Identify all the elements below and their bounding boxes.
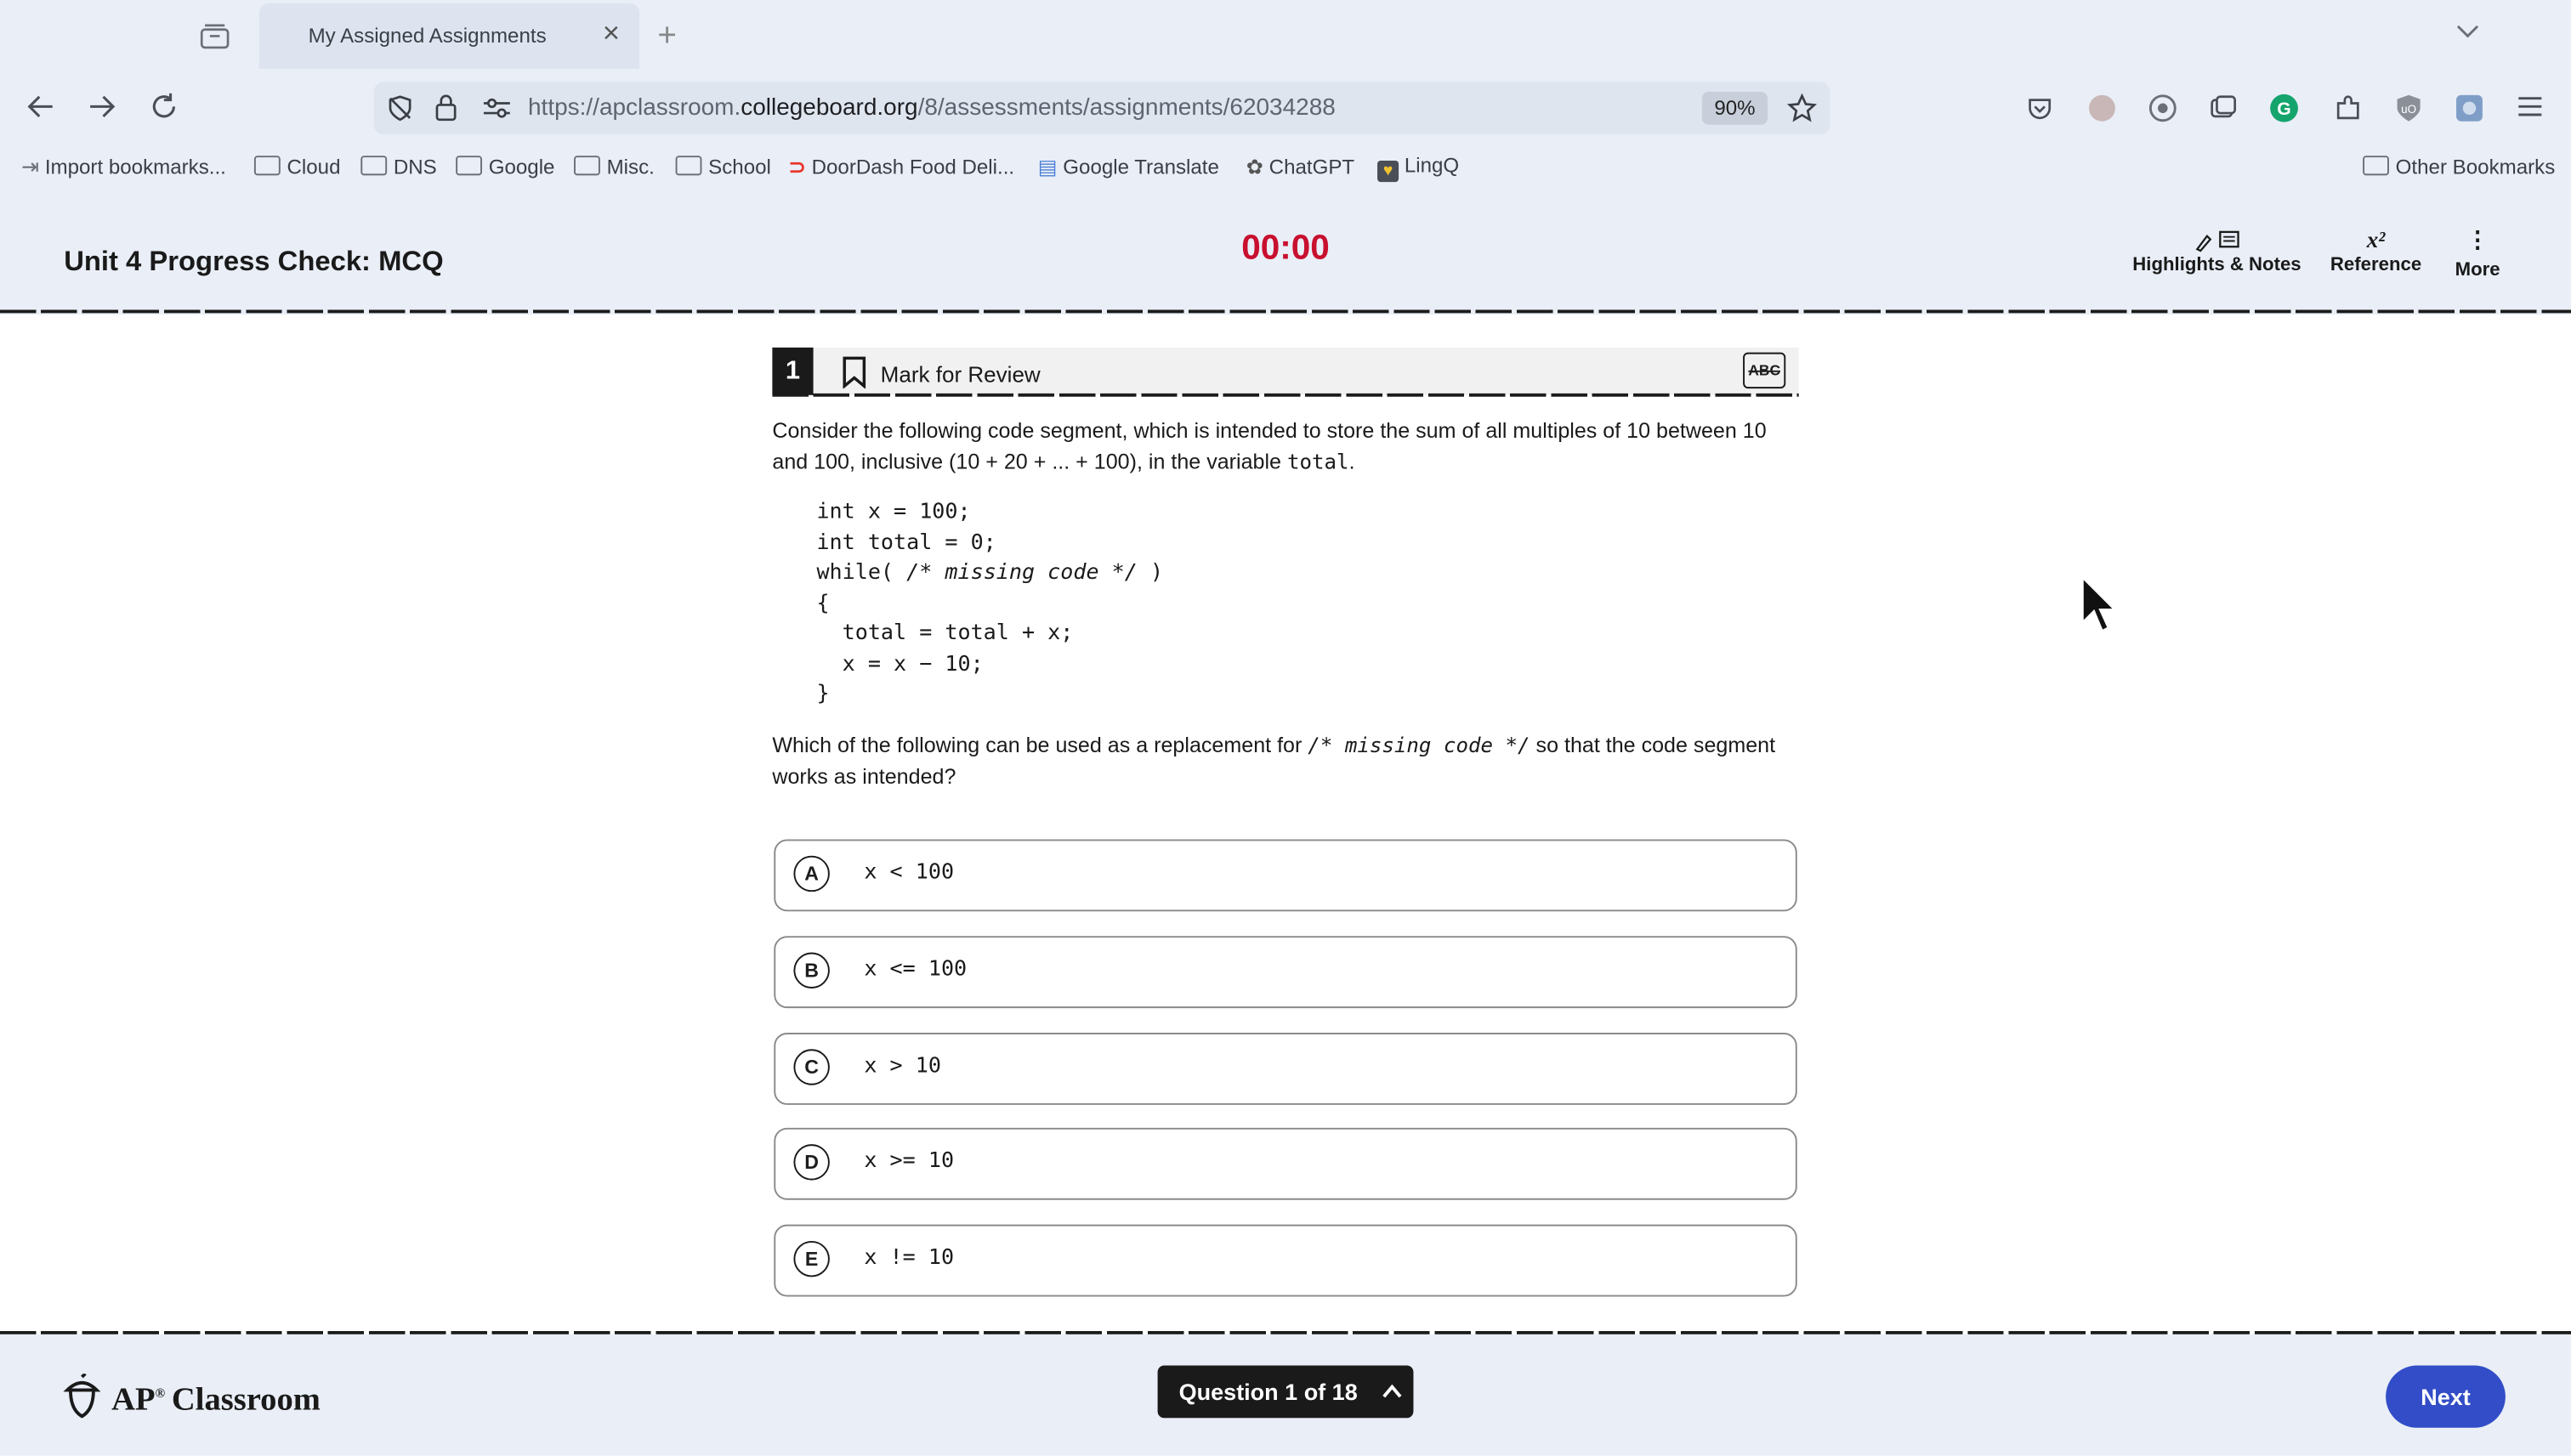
url-bar[interactable]: https://apclassroom.collegeboard.org/8/a…: [373, 82, 1830, 135]
reference-button[interactable]: x² Reference: [2329, 229, 2424, 275]
assessment-header: Unit 4 Progress Check: MCQ 00:00 Highlig…: [0, 196, 2571, 315]
choice-text: x < 100: [864, 860, 955, 886]
page-title: Unit 4 Progress Check: MCQ: [64, 246, 444, 277]
tab-close-icon[interactable]: ×: [603, 16, 620, 51]
answer-choice-e[interactable]: E x != 10: [774, 1224, 1797, 1297]
grammarly-icon[interactable]: G: [2269, 93, 2299, 129]
bookmark-folder-dns[interactable]: DNS: [360, 154, 437, 178]
tracking-shield-icon[interactable]: [387, 95, 413, 128]
chatgpt-icon: ✿: [1246, 156, 1263, 179]
folder-icon: [253, 156, 281, 176]
tab-title: My Assigned Assignments: [308, 24, 547, 48]
more-vertical-icon: ⋮: [2466, 226, 2489, 253]
ublock-shield-icon[interactable]: uO: [2394, 93, 2424, 129]
question-number: 1: [772, 347, 814, 395]
header-divider: [0, 309, 2571, 314]
timer: 00:00: [1241, 229, 1330, 268]
tab-active[interactable]: My Assigned Assignments ×: [258, 3, 640, 70]
bookmark-google-translate[interactable]: ▤ Google Translate: [1038, 154, 1219, 178]
assessment-footer: AP® Classroom Question 1 of 18 Next: [0, 1334, 2571, 1456]
zoom-badge[interactable]: 90%: [1701, 92, 1768, 125]
extension-gear-icon[interactable]: [2455, 93, 2484, 129]
tab-list-chevron-icon[interactable]: [2455, 20, 2481, 46]
highlighter-notes-icon: [2131, 229, 2302, 256]
choice-text: x > 10: [864, 1054, 941, 1079]
import-icon: ⇥: [21, 154, 40, 179]
answer-choice-a[interactable]: A x < 100: [774, 839, 1797, 912]
choice-letter: A: [793, 855, 830, 892]
choice-text: x <= 100: [864, 957, 968, 983]
question-stem: Which of the following can be used as a …: [772, 733, 1776, 788]
forward-icon[interactable]: [87, 93, 116, 127]
question-prompt: Consider the following code segment, whi…: [772, 417, 1767, 473]
folder-icon: [574, 156, 600, 176]
new-tab-icon[interactable]: +: [657, 20, 677, 53]
bookmark-folder-misc[interactable]: Misc.: [574, 154, 655, 178]
question-navigator-label: Question 1 of 18: [1178, 1378, 1358, 1405]
reload-icon[interactable]: [150, 92, 179, 127]
site-permissions-icon[interactable]: [482, 97, 512, 127]
choice-text: x != 10: [864, 1245, 955, 1271]
extensions-puzzle-icon[interactable]: [2333, 93, 2363, 129]
choice-letter: D: [793, 1144, 830, 1181]
folder-icon: [456, 156, 483, 176]
bookmark-icon: [843, 356, 866, 389]
choice-letter: C: [793, 1049, 830, 1085]
formula-icon: x²: [2366, 229, 2386, 254]
bookmark-folder-school[interactable]: School: [675, 154, 771, 178]
highlights-notes-label: Highlights & Notes: [2132, 255, 2301, 276]
lingq-icon: ♥: [1377, 161, 1399, 183]
bookmark-doordash[interactable]: ⊃ DoorDash Food Deli...: [789, 154, 1014, 178]
bookmark-star-icon[interactable]: [1786, 93, 1818, 129]
abc-strike-icon: ABC: [1748, 362, 1780, 379]
code-block: int x = 100; int total = 0; while( /* mi…: [816, 500, 1164, 707]
answer-eliminator-button[interactable]: ABC: [1743, 352, 1786, 389]
bookmark-import[interactable]: ⇥ Import bookmarks...: [21, 154, 226, 180]
mouse-cursor-icon: [2080, 574, 2119, 633]
url-text[interactable]: https://apclassroom.collegeboard.org/8/a…: [528, 95, 1336, 122]
question-toolbar-divider: [772, 393, 1799, 397]
question-navigator-button[interactable]: Question 1 of 18: [1157, 1365, 1414, 1419]
bookmark-other-bookmarks[interactable]: Other Bookmarks: [2363, 154, 2555, 178]
bookmark-folder-google[interactable]: Google: [456, 154, 554, 178]
back-icon[interactable]: [26, 93, 56, 127]
more-button[interactable]: ⋮ More: [2449, 226, 2506, 280]
next-button[interactable]: Next: [2386, 1365, 2506, 1428]
ap-classroom-logo: AP® Classroom: [62, 1372, 321, 1419]
highlights-notes-button[interactable]: Highlights & Notes: [2131, 229, 2302, 275]
acorn-logo-icon: [63, 1372, 101, 1419]
mark-for-review-label: Mark for Review: [880, 362, 1041, 388]
choice-letter: B: [793, 952, 830, 989]
svg-text:uO: uO: [2401, 103, 2416, 116]
answer-choice-d[interactable]: D x >= 10: [774, 1127, 1797, 1200]
more-label: More: [2455, 260, 2500, 280]
browser-chrome: My Assigned Assignments × + https://apcl…: [0, 0, 2571, 197]
svg-text:G: G: [2277, 99, 2291, 119]
tab-overview-icon[interactable]: [200, 23, 230, 56]
bookmark-folder-cloud[interactable]: Cloud: [253, 154, 341, 178]
pocket-icon[interactable]: [2027, 95, 2053, 128]
extension-avatar-icon[interactable]: [2087, 93, 2117, 129]
reference-label: Reference: [2330, 255, 2422, 276]
choice-text: x >= 10: [864, 1148, 955, 1174]
extension-circle-icon[interactable]: [2148, 93, 2177, 129]
chevron-up-icon: [1381, 1366, 1404, 1436]
question-area: 1 Mark for Review ABC Consider the follo…: [0, 314, 2571, 1332]
choice-letter: E: [793, 1240, 830, 1278]
answer-choice-b[interactable]: B x <= 100: [774, 936, 1797, 1009]
translate-icon: ▤: [1037, 156, 1058, 179]
folder-icon: [675, 156, 702, 176]
bookmark-chatgpt[interactable]: ✿ ChatGPT: [1246, 154, 1354, 178]
lock-icon[interactable]: [434, 93, 457, 128]
question-toolbar: 1 Mark for Review ABC: [772, 347, 1799, 397]
folder-icon: [2363, 156, 2389, 176]
answer-choice-c[interactable]: C x > 10: [774, 1033, 1797, 1105]
menu-hamburger-icon[interactable]: [2517, 95, 2543, 125]
doordash-icon: ⊃: [788, 156, 806, 179]
bookmark-lingq[interactable]: ♥ LingQ: [1377, 154, 1459, 183]
folder-icon: [360, 156, 388, 176]
mark-for-review-button[interactable]: Mark for Review: [841, 356, 1041, 389]
extension-window-icon[interactable]: [2209, 93, 2239, 129]
